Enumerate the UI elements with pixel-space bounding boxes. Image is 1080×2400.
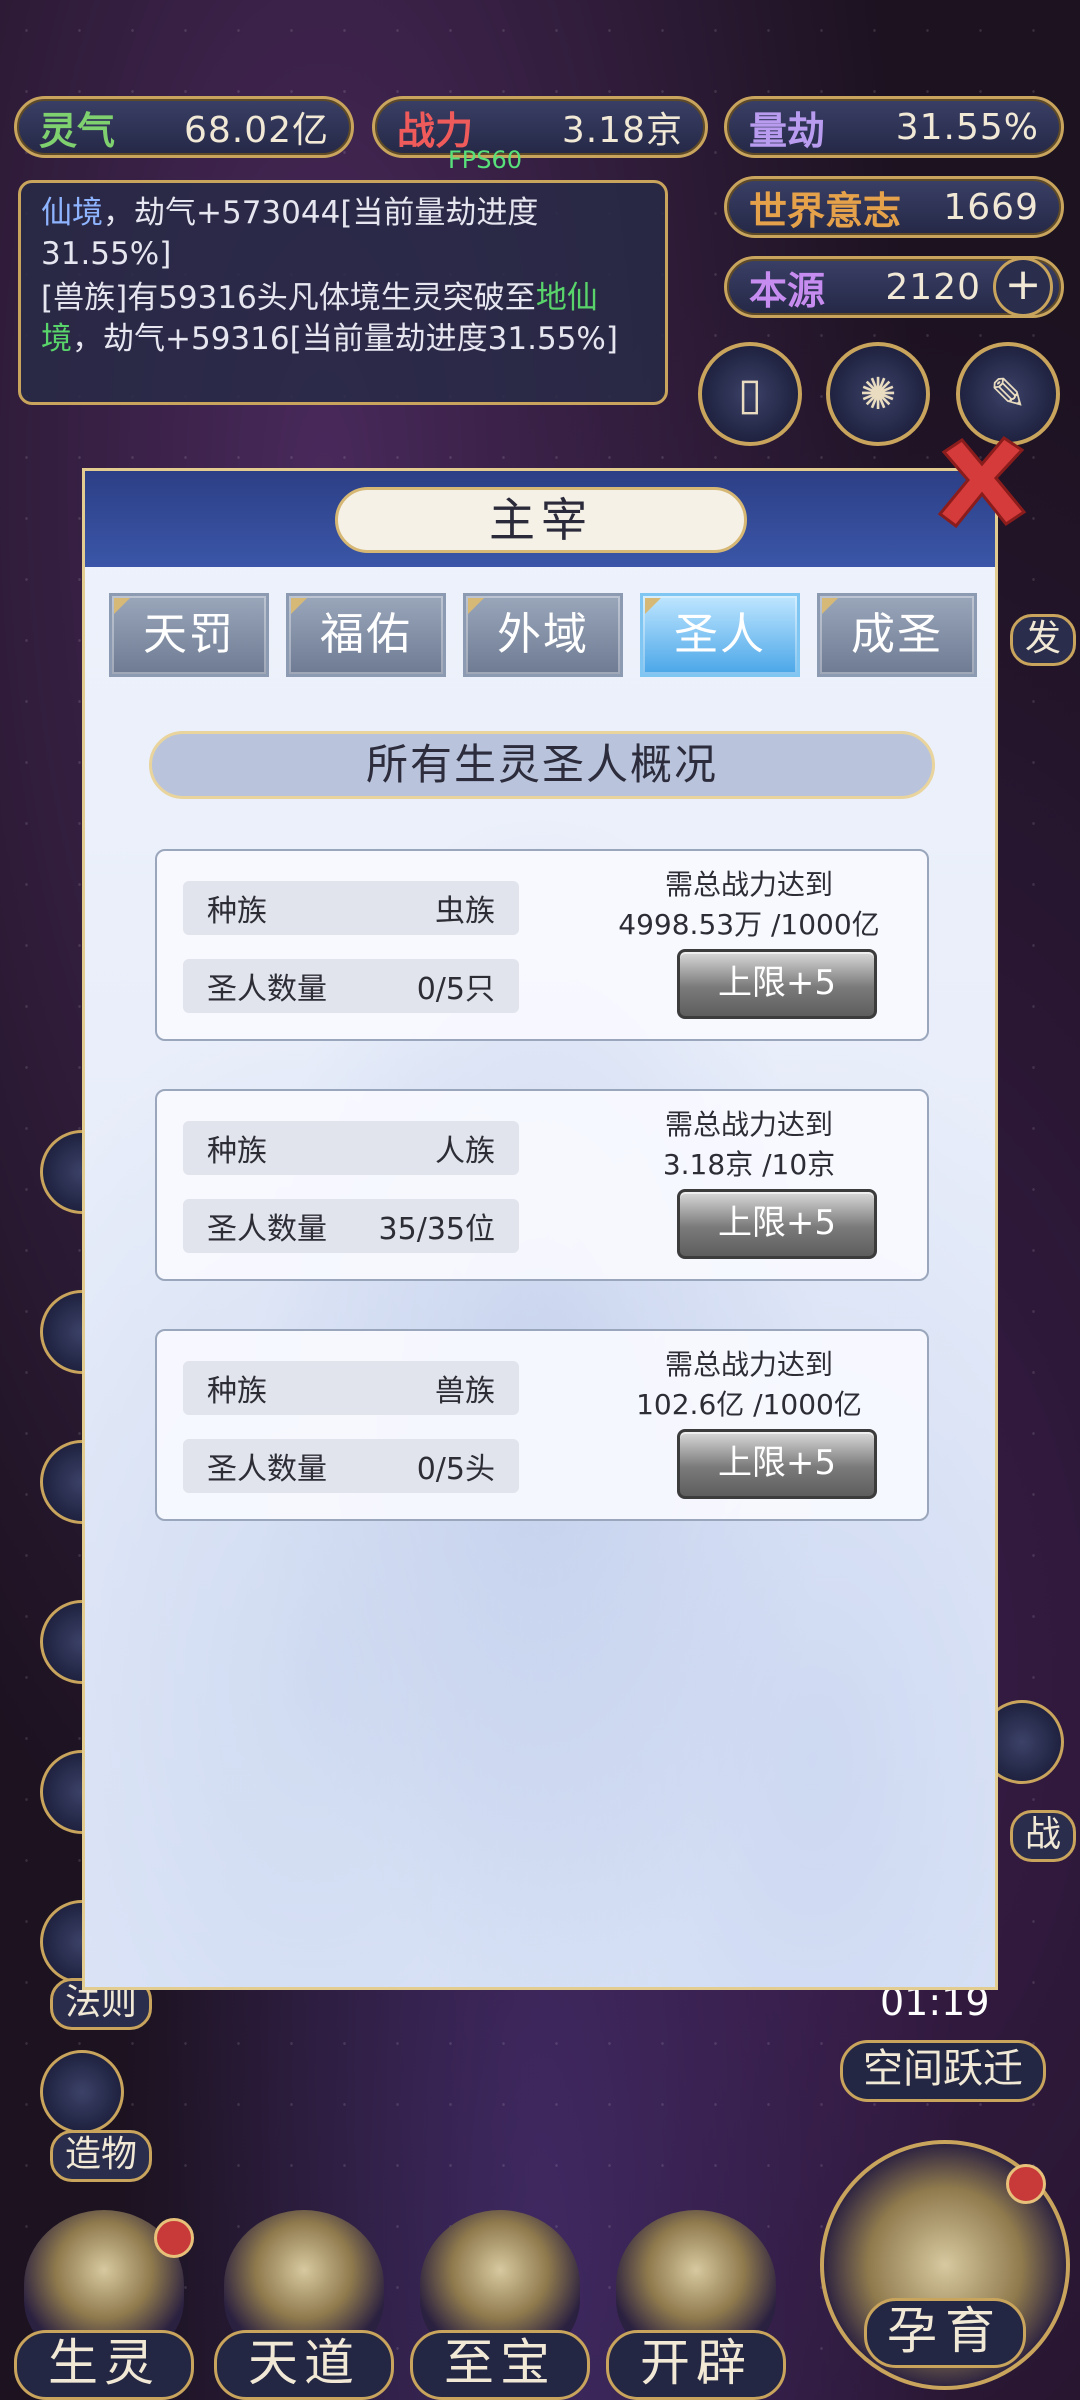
resource-value: 31.55% [895,106,1039,148]
resource-label: 量劫 [749,108,826,153]
tab-fuyou[interactable]: 福佑 [286,593,446,677]
race-row: 种族 兽族 [183,1361,519,1415]
requirement-label: 需总战力达到 [664,868,833,901]
race-card-chong: 种族 虫族 圣人数量 0/5只 需总战力达到 4998.53万 /1000亿 上… [155,849,929,1041]
notification-dot [1006,2164,1046,2204]
saint-count-label: 圣人数量 [207,1452,327,1487]
space-jump-label[interactable]: 空间跃迁 [840,2040,1046,2102]
raise-limit-button[interactable]: 上限+5 [677,1429,877,1499]
tab-tianfa[interactable]: 天罚 [109,593,269,677]
right-side-label[interactable]: 战 [1010,1810,1077,1862]
nav-zhibao[interactable]: 至宝 [410,2210,590,2400]
tab-waiyu[interactable]: 外域 [463,593,623,677]
raise-limit-button[interactable]: 上限+5 [677,949,877,1019]
requirement-label: 需总战力达到 [664,1348,833,1381]
saint-count-value: 0/5只 [416,972,495,1007]
event-log: 仙境，劫气+573044[当前量劫进度31.55%] [兽族]有59316头凡体… [18,180,668,405]
resource-label: 本源 [749,268,826,313]
close-button[interactable] [932,432,1032,532]
close-icon [937,436,1027,529]
requirement: 需总战力达到 3.18京 /10京 [599,1105,899,1185]
fps-counter: FPS60 [448,146,523,174]
resource-zhanli[interactable]: 战力 3.18京 [372,96,708,158]
requirement-label: 需总战力达到 [664,1108,833,1141]
log-line: 仙境，劫气+573044[当前量劫进度31.55%] [41,195,539,272]
nav-kaipi[interactable]: 开辟 [606,2210,786,2400]
modal-header: 主宰 [85,471,995,567]
resource-benyuan[interactable]: 本源 2120 + [724,256,1064,318]
right-side-label[interactable]: 发 [1010,614,1077,666]
race-card-ren: 种族 人族 圣人数量 35/35位 需总战力达到 3.18京 /10京 上限+5 [155,1089,929,1281]
race-card-shou: 种族 兽族 圣人数量 0/5头 需总战力达到 102.6亿 /1000亿 上限+… [155,1329,929,1521]
tab-shengren[interactable]: 圣人 [640,593,800,677]
nav-label: 生灵 [14,2330,194,2400]
scroll-icon: ▯ [737,368,763,420]
saint-count-value: 0/5头 [416,1452,495,1487]
saint-count-label: 圣人数量 [207,1212,327,1247]
resource-value: 2120 [885,266,981,308]
resource-value: 68.02亿 [183,110,329,151]
nav-label: 孕育 [864,2298,1026,2368]
notification-dot [154,2218,194,2258]
race-label: 种族 [207,1374,267,1409]
requirement: 需总战力达到 4998.53万 /1000亿 [599,865,899,945]
resource-value: 3.18京 [561,110,683,151]
add-benyuan-button[interactable]: + [993,257,1053,317]
nav-label: 天道 [214,2330,394,2400]
race-label: 种族 [207,894,267,929]
book-button[interactable]: ✎ [956,342,1060,446]
vortex-icon: ✺ [859,368,897,420]
race-value: 虫族 [435,894,495,929]
book-icon: ✎ [989,368,1027,420]
saint-count-row: 圣人数量 0/5只 [183,959,519,1013]
zaowu-button[interactable] [40,2050,124,2134]
nav-shengling[interactable]: 生灵 [14,2210,194,2400]
requirement: 需总战力达到 102.6亿 /1000亿 [599,1345,899,1425]
resource-label: 世界意志 [749,188,902,233]
requirement-value: 3.18京 /10京 [662,1148,836,1181]
requirement-value: 102.6亿 /1000亿 [636,1388,862,1421]
nav-tiandao[interactable]: 天道 [214,2210,394,2400]
modal-title: 主宰 [335,487,747,553]
saint-count-value: 35/35位 [378,1212,495,1247]
race-value: 兽族 [435,1374,495,1409]
resource-label: 灵气 [39,108,116,153]
scroll-button[interactable]: ▯ [698,342,802,446]
zaowu-label[interactable]: 造物 [50,2130,153,2182]
nav-label: 开辟 [606,2330,786,2400]
nav-label: 至宝 [410,2330,590,2400]
saint-count-row: 圣人数量 35/35位 [183,1199,519,1253]
log-line: [兽族]有59316头凡体境生灵突破至地仙境，劫气+59316[当前量劫进度31… [41,280,618,357]
modal-tabs: 天罚 福佑 外域 圣人 成圣 [109,593,977,677]
race-label: 种族 [207,1134,267,1169]
saint-count-row: 圣人数量 0/5头 [183,1439,519,1493]
requirement-value: 4998.53万 /1000亿 [618,908,880,941]
space-jump[interactable]: 01:19 空间跃迁 [840,1980,1046,2130]
resource-shijie[interactable]: 世界意志 1669 [724,176,1064,238]
race-value: 人族 [435,1134,495,1169]
raise-limit-button[interactable]: 上限+5 [677,1189,877,1259]
resource-lingqi[interactable]: 灵气 68.02亿 [14,96,354,158]
overview-title: 所有生灵圣人概况 [149,731,935,799]
vortex-button[interactable]: ✺ [826,342,930,446]
tab-chengsheng[interactable]: 成圣 [817,593,977,677]
resource-liangjie[interactable]: 量劫 31.55% [724,96,1064,158]
resource-value: 1669 [943,186,1039,228]
race-row: 种族 人族 [183,1121,519,1175]
nav-yunyu[interactable]: 孕育 [820,2140,1070,2390]
zhuzai-modal: 主宰 天罚 福佑 外域 圣人 成圣 所有生灵圣人概况 种族 虫族 圣人数量 0/… [82,468,998,1990]
race-row: 种族 虫族 [183,881,519,935]
saint-count-label: 圣人数量 [207,972,327,1007]
